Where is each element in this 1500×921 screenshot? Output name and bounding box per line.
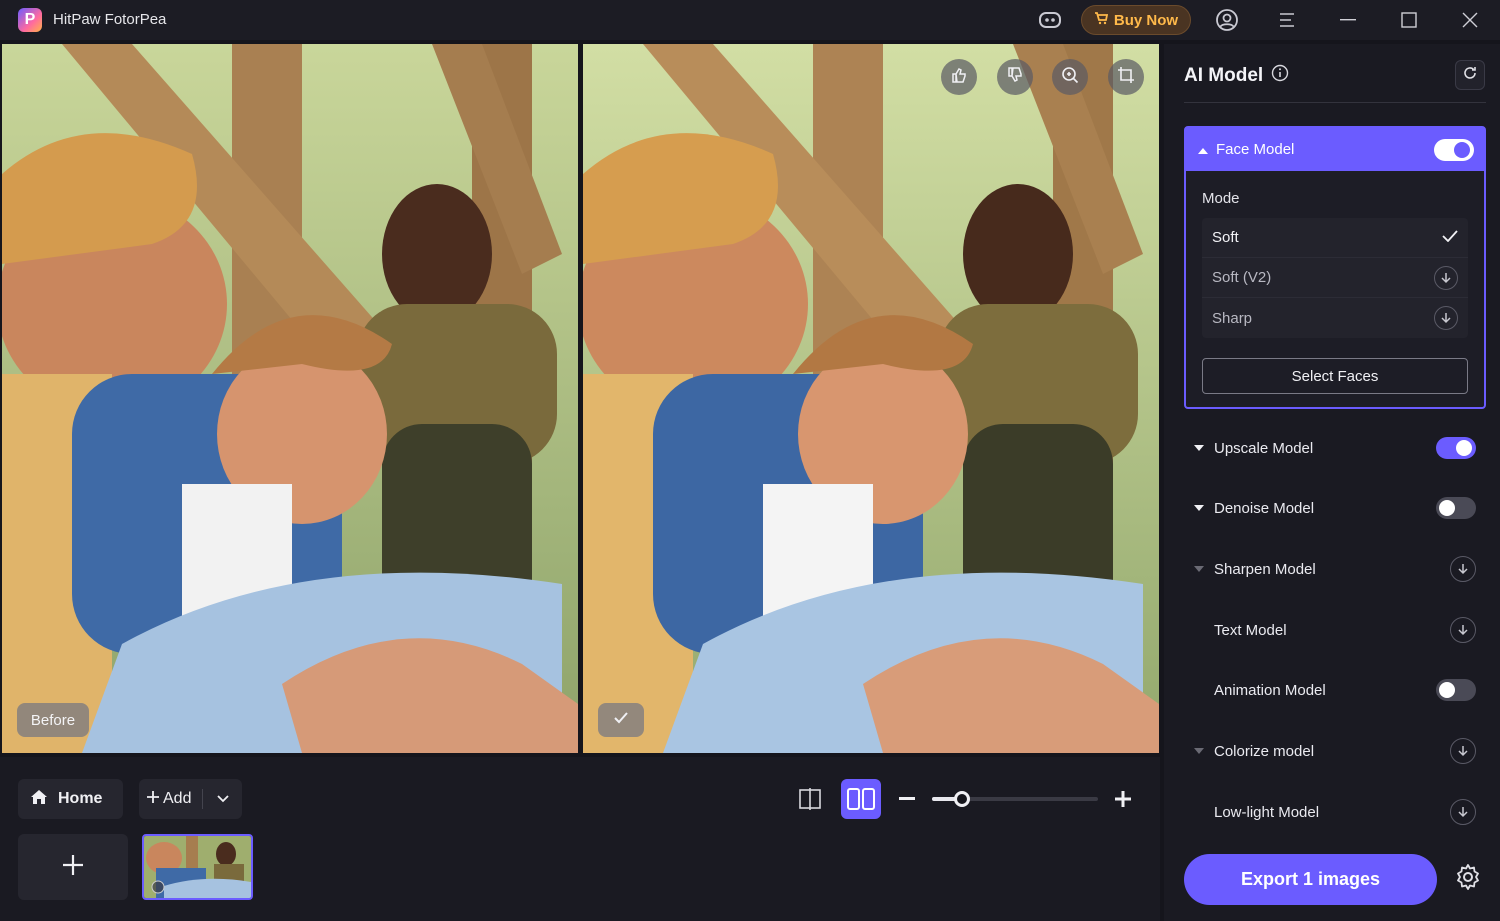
model-label: Colorize model	[1214, 742, 1315, 760]
model-label: Sharpen Model	[1214, 560, 1316, 578]
model-label: Upscale Model	[1214, 439, 1314, 457]
caret-down-icon	[1184, 747, 1214, 755]
mode-item-label: Sharp	[1212, 309, 1253, 327]
face-model-section: Face Model Mode Soft Soft (V2) Sharp Sel…	[1184, 126, 1486, 409]
zoom-slider[interactable]	[932, 791, 1098, 807]
reset-button[interactable]	[1455, 60, 1485, 90]
download-icon[interactable]	[1434, 265, 1458, 290]
download-icon[interactable]	[1450, 556, 1476, 582]
settings-button[interactable]	[1451, 862, 1485, 896]
add-button[interactable]: Add	[139, 779, 242, 819]
download-icon[interactable]	[1434, 306, 1458, 330]
thumbs-down-icon	[1006, 66, 1024, 89]
model-label: Denoise Model	[1214, 499, 1315, 517]
logo-letter: P	[24, 11, 36, 28]
before-image[interactable]	[2, 44, 578, 753]
close-button[interactable]	[1441, 0, 1499, 40]
add-main[interactable]: Add	[139, 789, 203, 809]
menu-icon[interactable]	[1274, 8, 1300, 32]
mode-item-sharp[interactable]: Sharp	[1202, 298, 1468, 338]
image-thumbnail[interactable]	[142, 834, 253, 900]
model-row-low-light[interactable]: Low-light Model	[1184, 792, 1486, 832]
thumbs-up-icon	[950, 66, 968, 89]
home-button[interactable]: Home	[18, 779, 123, 819]
face-model-header[interactable]: Face Model	[1186, 128, 1484, 171]
thumbs-down-button[interactable]	[997, 59, 1033, 95]
toggle-knob	[1439, 500, 1455, 516]
plus-icon	[147, 790, 159, 808]
buy-now-label: Buy Now	[1113, 11, 1179, 29]
toggle-knob	[1454, 141, 1470, 158]
zoom-in-icon[interactable]	[1103, 779, 1143, 819]
caret-down-icon	[1184, 565, 1214, 573]
app-title: HitPaw FotorPea	[53, 11, 167, 28]
caret-down-icon	[1184, 444, 1214, 452]
model-row-text[interactable]: Text Model	[1184, 610, 1486, 650]
panel-title: AI Model	[1184, 64, 1289, 88]
check-icon	[613, 711, 629, 730]
upscale-model-toggle[interactable]	[1436, 437, 1476, 459]
plus-icon	[62, 854, 84, 881]
face-model-toggle[interactable]	[1434, 138, 1474, 161]
thumbs-up-button[interactable]	[941, 59, 977, 95]
mode-item-soft-v2[interactable]: Soft (V2)	[1202, 258, 1468, 298]
download-icon[interactable]	[1450, 617, 1476, 643]
crop-button[interactable]	[1108, 59, 1144, 95]
download-icon[interactable]	[1450, 799, 1476, 825]
side-by-side-view-icon[interactable]	[841, 779, 881, 819]
home-label: Home	[58, 790, 103, 807]
zoom-out-icon[interactable]	[887, 779, 927, 819]
mode-item-label: Soft (V2)	[1212, 269, 1272, 286]
home-icon	[30, 788, 48, 811]
maximize-button[interactable]	[1380, 0, 1438, 40]
mode-item-label: Soft	[1212, 229, 1239, 246]
minimize-button[interactable]	[1319, 0, 1377, 40]
caret-down-icon	[1184, 504, 1214, 512]
export-button[interactable]: Export 1 images	[1184, 854, 1437, 905]
model-row-sharpen[interactable]: Sharpen Model	[1184, 549, 1486, 589]
refresh-icon	[1463, 66, 1477, 85]
mode-item-soft[interactable]: Soft	[1202, 218, 1468, 258]
panel-title-label: AI Model	[1184, 65, 1264, 86]
caret-up-icon	[1198, 141, 1208, 158]
model-row-animation[interactable]: Animation Model	[1184, 670, 1486, 710]
add-image-tile[interactable]	[18, 834, 128, 900]
model-row-colorize[interactable]: Colorize model	[1184, 731, 1486, 771]
model-label: Low-light Model	[1214, 803, 1320, 821]
discord-icon[interactable]	[1037, 8, 1063, 32]
download-icon[interactable]	[1450, 738, 1476, 764]
app-logo: P	[18, 8, 42, 32]
select-faces-button[interactable]: Select Faces	[1202, 358, 1468, 394]
chevron-down-icon	[216, 790, 229, 808]
denoise-model-toggle[interactable]	[1436, 497, 1476, 519]
add-dropdown[interactable]	[203, 790, 242, 808]
face-model-label: Face Model	[1216, 141, 1295, 158]
after-image[interactable]	[583, 44, 1159, 753]
model-label: Animation Model	[1214, 681, 1326, 699]
split-view-icon[interactable]	[790, 779, 830, 819]
gear-icon	[1454, 863, 1482, 896]
toggle-knob	[1439, 682, 1455, 698]
title-bar: P HitPaw FotorPea Buy Now	[0, 0, 1500, 40]
toggle-knob	[1456, 440, 1472, 456]
checkmark-icon	[1442, 229, 1458, 246]
add-label: Add	[163, 790, 192, 807]
compare-check-badge[interactable]	[598, 703, 644, 737]
buy-now-button[interactable]: Buy Now	[1081, 5, 1191, 35]
model-row-denoise[interactable]: Denoise Model	[1184, 488, 1486, 528]
info-icon[interactable]	[1271, 64, 1289, 88]
cart-icon	[1094, 11, 1109, 29]
zoom-slider-handle[interactable]	[953, 791, 970, 807]
mode-list: Soft Soft (V2) Sharp	[1202, 218, 1468, 338]
crop-icon	[1117, 66, 1135, 89]
model-label: Text Model	[1214, 621, 1287, 639]
mode-label: Mode	[1202, 190, 1240, 207]
zoom-button[interactable]	[1052, 59, 1088, 95]
panel-divider	[1184, 102, 1486, 103]
account-icon[interactable]	[1214, 8, 1240, 32]
model-row-upscale[interactable]: Upscale Model	[1184, 428, 1486, 468]
before-badge[interactable]: Before	[17, 703, 89, 737]
animation-model-toggle[interactable]	[1436, 679, 1476, 701]
zoom-icon	[1060, 65, 1080, 90]
